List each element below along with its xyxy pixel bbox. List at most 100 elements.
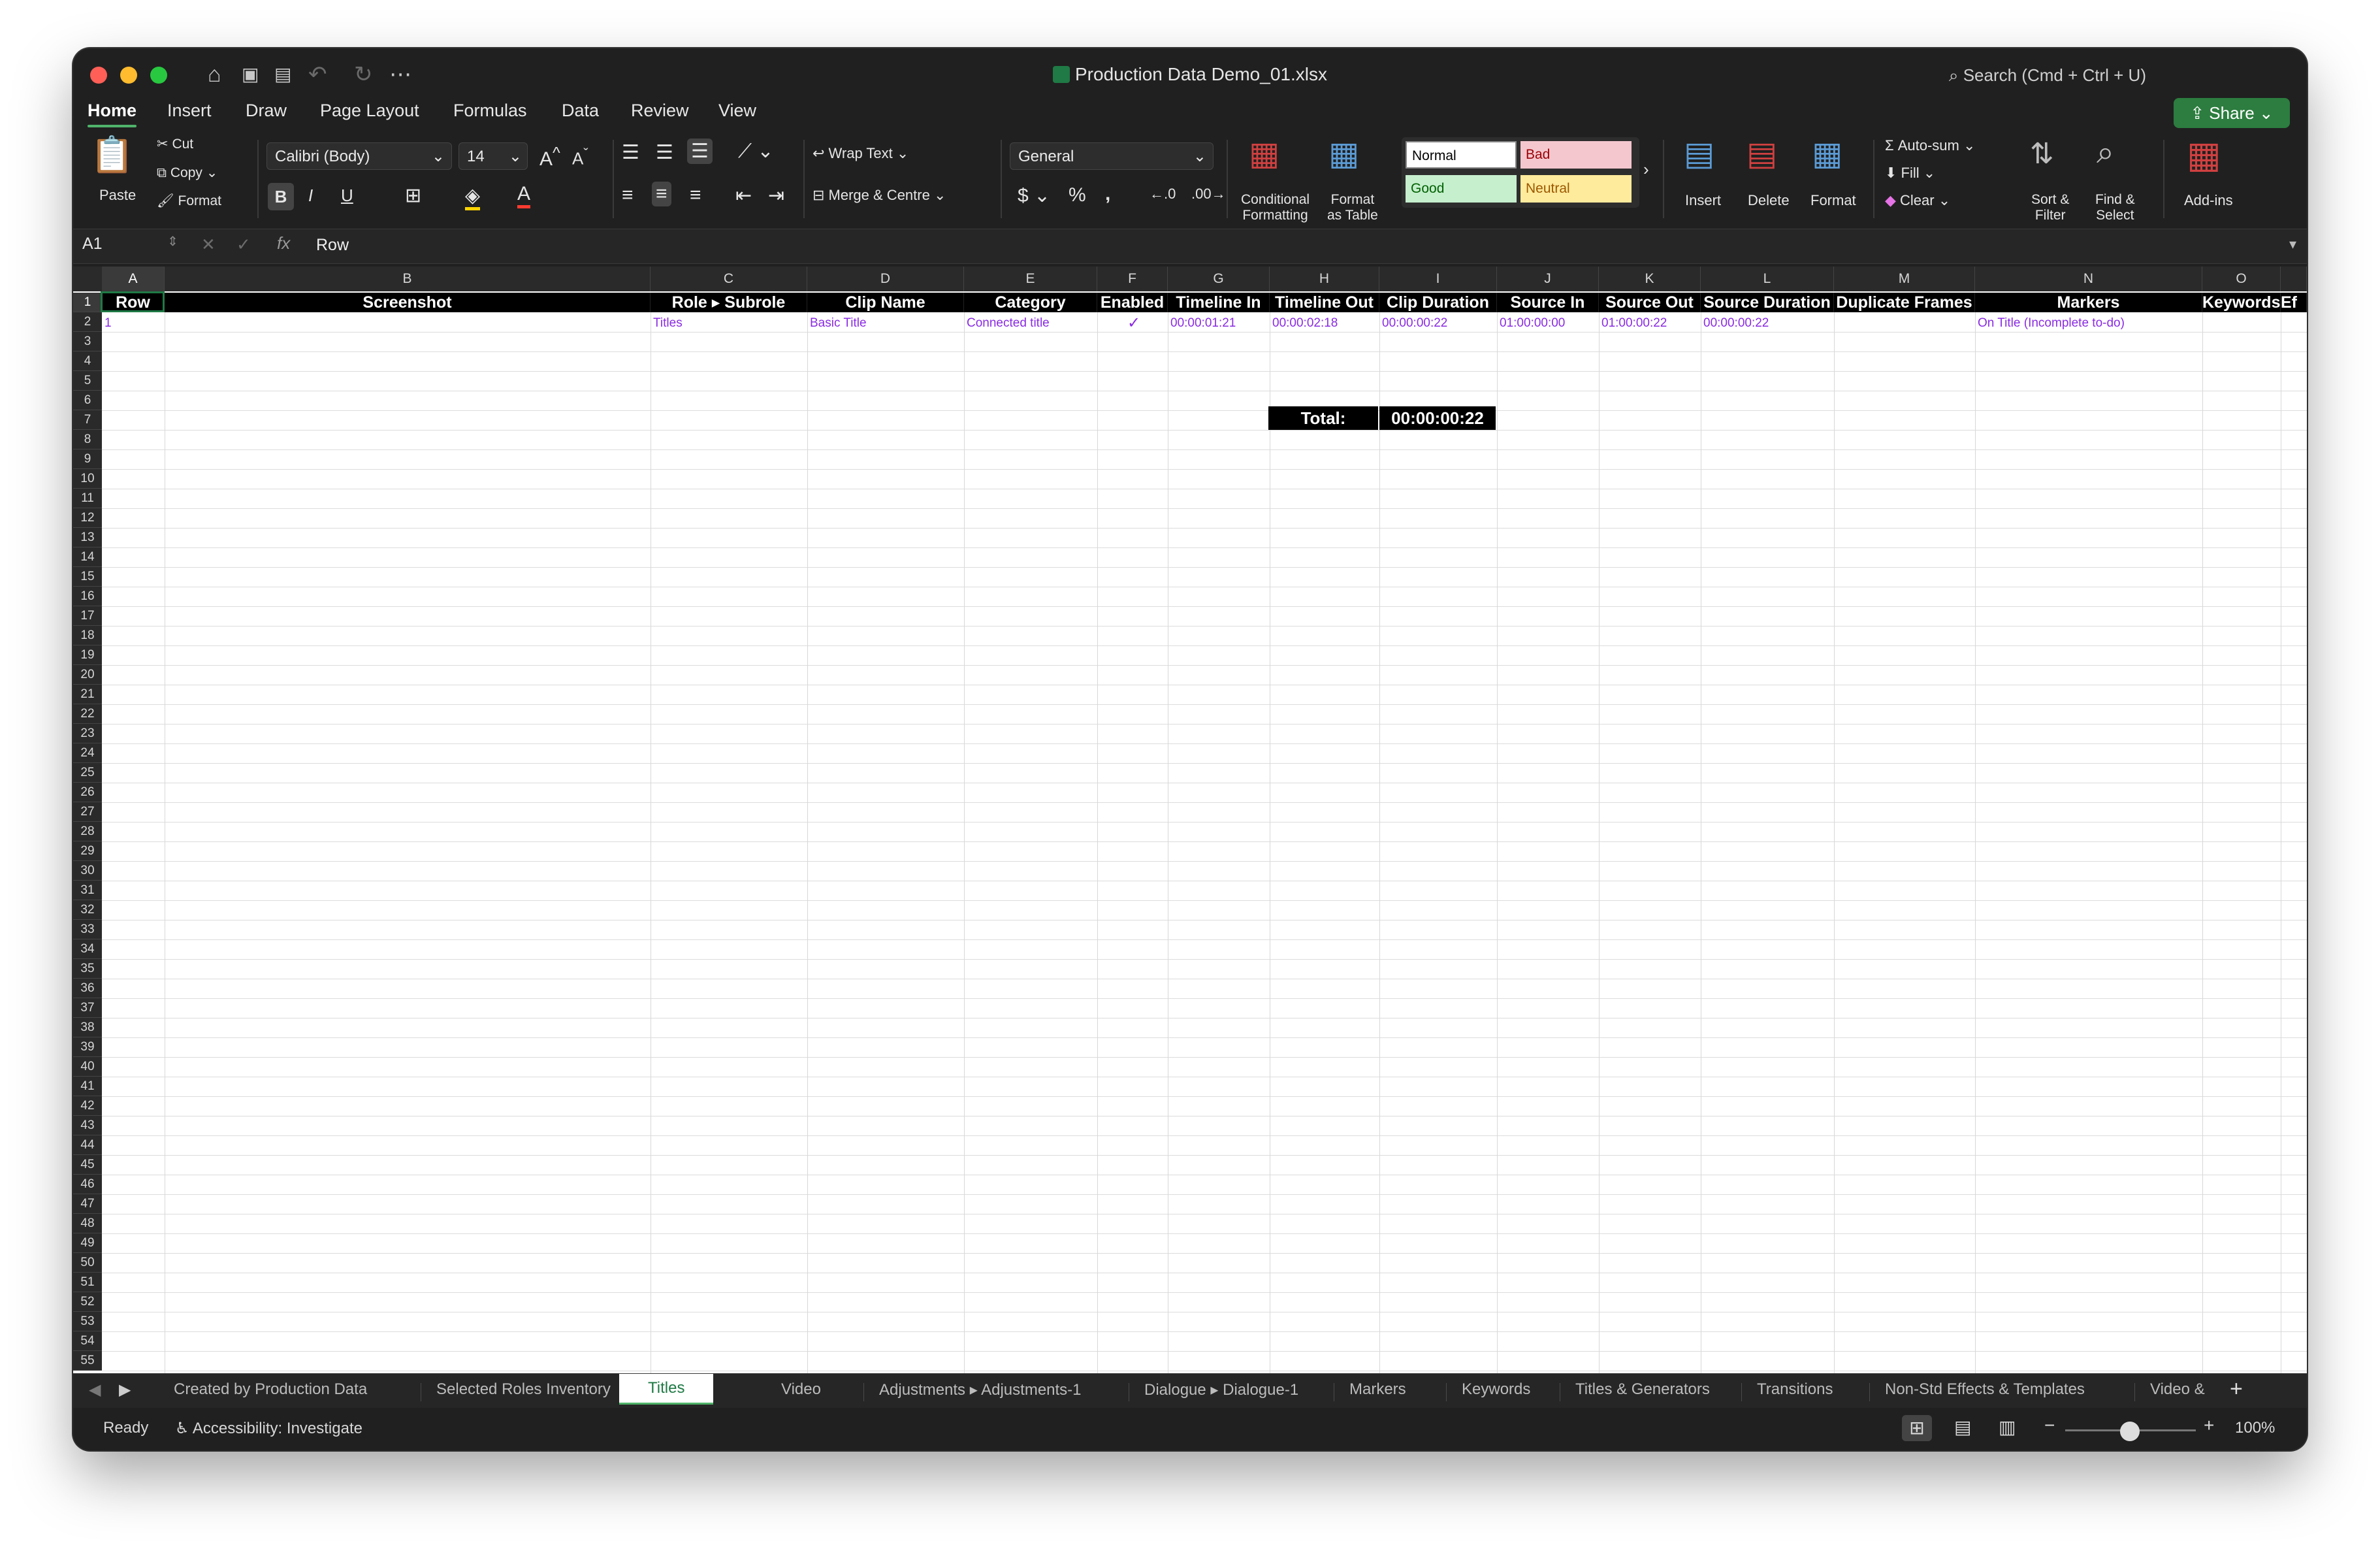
row-header-44[interactable]: 44 <box>73 1135 102 1155</box>
data-cell-g2[interactable]: 00:00:01:21 <box>1168 314 1270 333</box>
header-cell-o[interactable]: Keywords <box>2202 293 2281 312</box>
sheet-tab-keywords[interactable]: Keywords <box>1462 1380 1530 1399</box>
header-cell-b[interactable]: Screenshot <box>165 293 651 312</box>
font-color-icon[interactable]: A <box>517 183 531 208</box>
row-header-16[interactable]: 16 <box>73 587 102 606</box>
copy-button[interactable]: ⧉ Copy ⌄ <box>157 165 217 181</box>
merge-centre-button[interactable]: ⊟ Merge & Centre ⌄ <box>812 187 946 204</box>
column-header-l[interactable]: L <box>1701 267 1834 291</box>
zoom-in-icon[interactable]: + <box>2204 1415 2214 1436</box>
row-header-9[interactable]: 9 <box>73 449 102 469</box>
header-cell-l[interactable]: Source Duration <box>1701 293 1834 312</box>
row-header-24[interactable]: 24 <box>73 743 102 763</box>
row-header-34[interactable]: 34 <box>73 939 102 959</box>
header-cell-i[interactable]: Clip Duration <box>1379 293 1497 312</box>
normal-view-icon[interactable]: ⊞ <box>1902 1415 1932 1441</box>
tab-insert[interactable]: Insert <box>167 101 212 121</box>
accessibility-status[interactable]: ♿ Accessibility: Investigate <box>175 1419 362 1438</box>
cancel-entry-icon[interactable]: ✕ <box>201 235 216 255</box>
increase-indent-icon[interactable]: ⇥ <box>768 184 784 207</box>
column-header-i[interactable]: I <box>1379 267 1497 291</box>
insert-cells-button[interactable]: Insert <box>1685 192 1721 209</box>
sheet-tab-adjustments-adjustments-1[interactable]: Adjustments ▸ Adjustments-1 <box>879 1380 1082 1399</box>
align-right-icon[interactable]: ≡ <box>690 184 701 206</box>
column-header-n[interactable]: N <box>1975 267 2202 291</box>
row-header-11[interactable]: 11 <box>73 489 102 508</box>
row-header-40[interactable]: 40 <box>73 1057 102 1077</box>
row-header-4[interactable]: 4 <box>73 351 102 371</box>
row-header-39[interactable]: 39 <box>73 1037 102 1057</box>
scroll-tabs-right-icon[interactable]: ▶ <box>119 1380 131 1399</box>
data-cell-a2[interactable]: 1 <box>102 314 165 333</box>
tab-page-layout[interactable]: Page Layout <box>320 101 419 121</box>
row-header-20[interactable]: 20 <box>73 665 102 685</box>
formula-input[interactable]: Row <box>316 236 349 255</box>
conditional-formatting-icon[interactable]: ▦ <box>1249 135 1279 172</box>
style-bad[interactable]: Bad <box>1520 141 1632 169</box>
header-cell-m[interactable]: Duplicate Frames <box>1834 293 1975 312</box>
row-header-43[interactable]: 43 <box>73 1116 102 1135</box>
data-cell-d2[interactable]: Basic Title <box>807 314 964 333</box>
style-good[interactable]: Good <box>1406 175 1517 203</box>
format-cells-button[interactable]: Format <box>1810 192 1856 209</box>
name-box[interactable]: A1 <box>82 235 103 253</box>
styles-more-icon[interactable]: › <box>1643 159 1649 180</box>
row-header-7[interactable]: 7 <box>73 410 102 430</box>
row-header-51[interactable]: 51 <box>73 1273 102 1292</box>
search-box[interactable]: ⌕ Search (Cmd + Ctrl + U) <box>1949 65 2146 86</box>
underline-button[interactable]: U <box>341 186 353 206</box>
increase-font-icon[interactable]: A^ <box>539 144 560 171</box>
paste-icon[interactable]: 📋 <box>90 135 134 176</box>
format-as-table-button[interactable]: Format as Table <box>1327 192 1378 223</box>
row-header-19[interactable]: 19 <box>73 645 102 665</box>
column-header-h[interactable]: H <box>1270 267 1379 291</box>
row-header-8[interactable]: 8 <box>73 430 102 449</box>
column-header-d[interactable]: D <box>807 267 964 291</box>
row-header-31[interactable]: 31 <box>73 881 102 900</box>
row-header-6[interactable]: 6 <box>73 391 102 410</box>
tab-home[interactable]: Home <box>88 101 137 127</box>
row-header-10[interactable]: 10 <box>73 469 102 489</box>
comma-style-button[interactable]: , <box>1105 183 1110 205</box>
currency-button[interactable]: $ ⌄ <box>1018 184 1050 207</box>
zoom-out-icon[interactable]: − <box>2044 1415 2055 1436</box>
header-cell-c[interactable]: Role ▸ Subrole <box>651 293 807 312</box>
find-select-icon[interactable]: ⌕ <box>2097 135 2114 171</box>
bold-button[interactable]: B <box>268 183 294 210</box>
scroll-tabs-left-icon[interactable]: ◀ <box>89 1380 101 1399</box>
increase-decimal-icon[interactable]: ←.0 <box>1150 186 1176 203</box>
sheet-tab-titles[interactable]: Titles <box>619 1374 714 1405</box>
decrease-font-icon[interactable]: Aˇ <box>572 145 588 169</box>
data-cell-h2[interactable]: 00:00:02:18 <box>1270 314 1379 333</box>
sheet-tab-created-by-production-data[interactable]: Created by Production Data <box>174 1380 367 1399</box>
row-header-35[interactable]: 35 <box>73 959 102 979</box>
total-value[interactable]: 00:00:00:22 <box>1379 406 1496 430</box>
align-middle-icon[interactable]: ☰ <box>656 141 673 164</box>
insert-cells-icon[interactable]: ▤ <box>1684 135 1714 172</box>
data-cell-f2[interactable]: ✓ <box>1097 314 1168 333</box>
font-name-dropdown[interactable]: Calibri (Body) ⌄ <box>266 142 452 170</box>
data-cell-c2[interactable]: Titles <box>651 314 807 333</box>
header-cell-n[interactable]: Markers <box>1975 293 2202 312</box>
row-header-12[interactable]: 12 <box>73 508 102 528</box>
sheet-tab-video[interactable]: Video & <box>2150 1380 2205 1399</box>
wrap-text-button[interactable]: ↩ Wrap Text ⌄ <box>812 145 909 162</box>
data-cell-b2[interactable] <box>165 314 651 333</box>
sheet-tab-dialogue-dialogue-1[interactable]: Dialogue ▸ Dialogue-1 <box>1144 1380 1298 1399</box>
column-header-o[interactable]: O <box>2202 267 2281 291</box>
row-header-2[interactable]: 2 <box>73 312 102 332</box>
format-cells-icon[interactable]: ▦ <box>1812 135 1842 172</box>
share-button[interactable]: ⇪ Share ⌄ <box>2174 98 2290 128</box>
name-box-stepper-icon[interactable]: ⇕ <box>167 233 178 250</box>
data-cell-k2[interactable]: 01:00:00:22 <box>1599 314 1701 333</box>
row-header-15[interactable]: 15 <box>73 567 102 587</box>
delete-cells-button[interactable]: Delete <box>1748 192 1790 209</box>
row-header-18[interactable]: 18 <box>73 626 102 645</box>
paste-button[interactable]: Paste <box>99 187 136 204</box>
tab-formulas[interactable]: Formulas <box>453 101 527 121</box>
row-header-13[interactable]: 13 <box>73 528 102 547</box>
row-header-47[interactable]: 47 <box>73 1194 102 1214</box>
page-layout-view-icon[interactable]: ▤ <box>1954 1416 1971 1438</box>
italic-button[interactable]: I <box>308 186 313 206</box>
row-header-50[interactable]: 50 <box>73 1253 102 1273</box>
